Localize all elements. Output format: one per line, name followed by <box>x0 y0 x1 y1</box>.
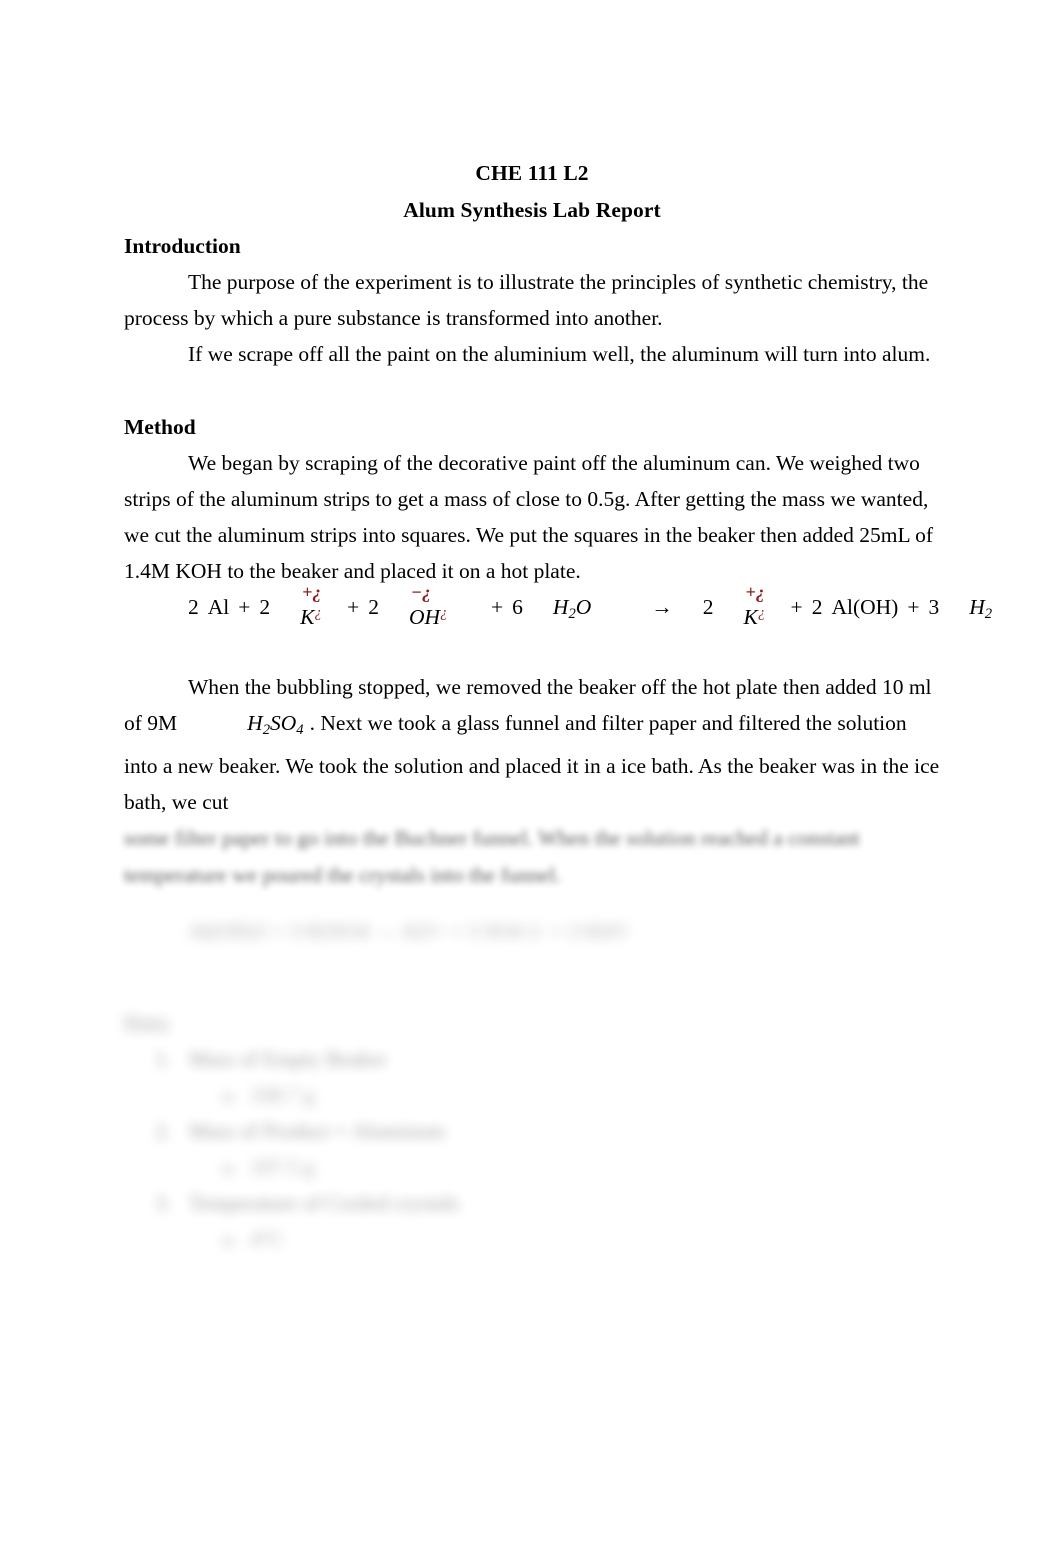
equation-spacer <box>124 633 940 669</box>
data-item-3-marker: 3. <box>155 1190 172 1215</box>
eq1-oh-superscript: ¿ <box>440 604 448 621</box>
eq2-content: Al(OH)3 + 3 H2SO4 → Al3+ + 3 SO4 2- + 3 … <box>188 918 626 943</box>
data-item-3-sub-value: 4°C <box>250 1226 284 1251</box>
equation-reaction-2-blurred: Al(OH)3 + 3 H2SO4 → Al3+ + 3 SO4 2- + 3 … <box>124 911 940 951</box>
data-list-item: 2. Mass of Product + Aluminum <box>124 1113 940 1149</box>
eq1-arrow: → <box>651 595 673 620</box>
inline-sulfuric-acid: H2SO4 <box>177 705 309 748</box>
eq1-hydrogen-sub: 2 <box>984 606 993 623</box>
method-paragraph-3-blurred: some filter paper to go into the Buchner… <box>124 826 860 887</box>
document-page: CHE 111 L2 Alum Synthesis Lab Report Int… <box>0 0 1062 1556</box>
eq1-hydrogen-h: H <box>969 595 985 620</box>
method-paragraph-2: When the bubbling stopped, we removed th… <box>124 669 940 821</box>
blur-spacer-2 <box>124 951 940 987</box>
data-list-item: 3. Temperature of Cooled crystals <box>124 1185 940 1221</box>
eq1-k-superscript: ¿ <box>314 604 322 621</box>
data-sub-item: a. 107.5 g <box>124 1149 940 1185</box>
eq1-plus-1: + <box>238 595 251 620</box>
h2so4-h: H <box>247 710 263 735</box>
eq1-potassium-ion: +¿ K¿ <box>300 582 330 629</box>
data-list-item: 1. Mass of Empty Beaker <box>124 1041 940 1077</box>
eq1-oh-base: OH <box>409 604 441 629</box>
h2so4-so: SO <box>270 710 297 735</box>
intro-paragraph-1: The purpose of the experiment is to illu… <box>124 270 929 331</box>
eq1-plus-3: + <box>491 595 504 620</box>
eq1-k-base: K <box>300 604 315 629</box>
equation-reaction-1: 2 Al +2 +¿ K¿ +2 −¿ OH¿ +6 H2O → 2 +¿ K¿ +2 Al(OH) +3 H2 <box>124 582 992 632</box>
data-item-1-sub-value: 108.7 g <box>250 1082 315 1107</box>
eq1-k-right-superscript: ¿ <box>757 604 766 621</box>
eq1-coeff-oh: 2 <box>368 595 380 620</box>
eq1-coeff-al: 2 <box>188 595 199 620</box>
data-sub-item: a. 108.7 g <box>124 1077 940 1113</box>
blur-spacer-3 <box>124 987 940 1005</box>
data-item-1-sub-marker: a. <box>222 1082 237 1107</box>
eq1-plus-4: + <box>790 595 803 620</box>
eq1-k-right-base: K <box>743 604 758 629</box>
data-item-1-label: Mass of Empty Beaker <box>189 1046 387 1071</box>
eq1-coeff-water: 6 <box>512 595 523 620</box>
eq1-plus-2: + <box>347 595 360 620</box>
data-item-2-label: Mass of Product + Aluminum <box>189 1118 445 1143</box>
data-item-1-marker: 1. <box>155 1046 172 1071</box>
data-item-2-marker: 2. <box>155 1118 172 1143</box>
intro-paragraph-2: If we scrape off all the paint on the al… <box>188 342 931 367</box>
data-item-3-sub-marker: a. <box>222 1226 237 1251</box>
eq1-water-o: O <box>575 595 592 620</box>
data-item-3-label: Temperature of Cooled crystals <box>189 1190 460 1215</box>
data-item-2-sub-value: 107.5 g <box>250 1154 315 1179</box>
blur-spacer-1 <box>124 893 940 911</box>
eq1-coeff-aloh: 2 <box>811 595 823 620</box>
eq1-species-al: Al <box>207 595 230 620</box>
heading-introduction: Introduction <box>124 234 241 258</box>
document-subtitle: Alum Synthesis Lab Report <box>403 198 661 222</box>
eq1-coeff-k-right: 2 <box>702 595 714 620</box>
document-title: CHE 111 L2 <box>475 161 589 185</box>
eq1-coeff-h2: 3 <box>928 595 940 620</box>
eq1-plus-5: + <box>907 595 920 620</box>
data-sub-item: a. 4°C <box>124 1221 940 1257</box>
method-paragraph-1: We began by scraping of the decorative p… <box>124 450 934 584</box>
eq1-water-h: H <box>552 595 569 620</box>
h2so4-sub1: 2 <box>262 721 270 738</box>
data-item-2-sub-marker: a. <box>222 1154 237 1179</box>
document-body: CHE 111 L2 Alum Synthesis Lab Report Int… <box>124 155 992 1257</box>
eq1-water-sub: 2 <box>568 606 576 623</box>
h2so4-sub2: 4 <box>296 721 304 738</box>
heading-data: Data <box>124 1010 169 1035</box>
heading-method: Method <box>124 414 196 439</box>
eq1-hydroxide-ion: −¿ OH¿ <box>409 582 461 629</box>
eq1-potassium-ion-right: +¿ K¿ <box>744 582 774 629</box>
eq1-species-aloh: Al(OH) <box>831 595 899 620</box>
eq1-coeff-k: 2 <box>259 595 271 620</box>
